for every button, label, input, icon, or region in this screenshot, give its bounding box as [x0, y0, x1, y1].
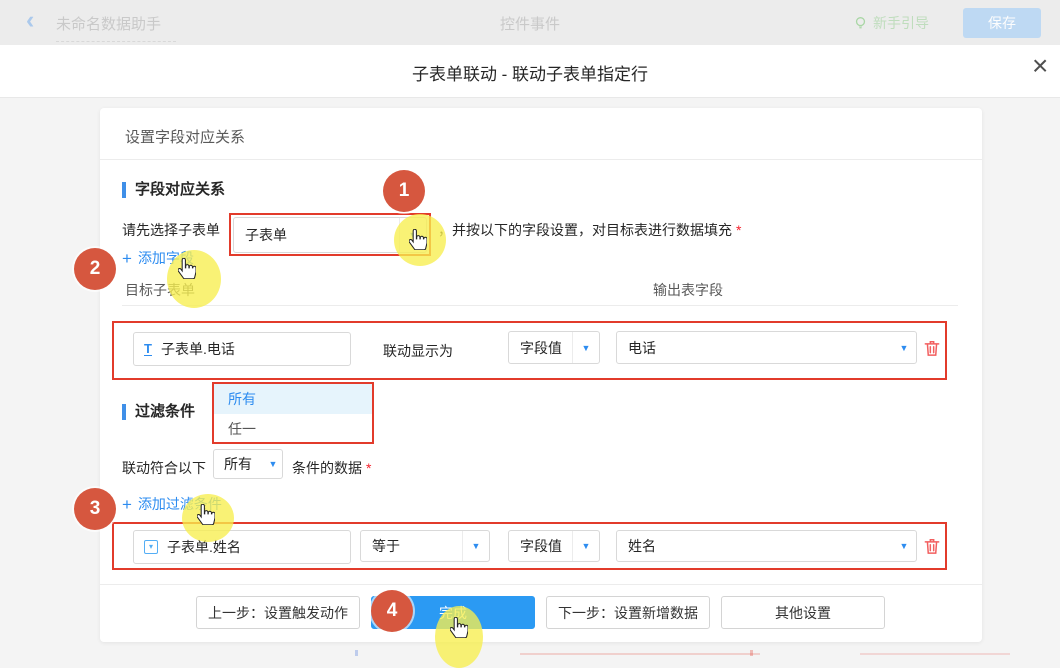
delete-row-button[interactable] — [922, 535, 942, 557]
value-type-value: 字段值 — [509, 338, 572, 358]
modal-header: 子表单联动 - 联动子表单指定行 × — [0, 45, 1060, 98]
text-field-icon: T — [144, 342, 152, 356]
peek-mark — [520, 653, 760, 655]
peek-mark — [750, 650, 753, 656]
hint-text: ，并按以下的字段设置，对目标表进行数据填充 — [438, 222, 732, 238]
output-field-select[interactable]: 电话 ▼ — [616, 331, 917, 364]
condition-dropdown-menu: 所有 任一 — [214, 384, 372, 444]
filter-value-select[interactable]: 姓名 ▼ — [616, 530, 917, 562]
save-button[interactable]: 保存 — [963, 8, 1041, 38]
value-type-select[interactable]: 字段值 ▼ — [508, 331, 600, 364]
step-1-badge: 1 — [383, 170, 425, 212]
condition-select[interactable]: 所有 ▼ — [213, 449, 283, 479]
section-field-mapping-title: 字段对应关系 — [122, 182, 225, 198]
chevron-down-icon: ▼ — [462, 531, 489, 561]
delete-row-button[interactable] — [922, 337, 942, 359]
peek-mark — [860, 653, 1010, 655]
required-mark: * — [736, 222, 741, 238]
plus-icon: + — [122, 249, 132, 268]
step-4-badge: 4 — [371, 590, 413, 632]
next-step-button[interactable]: 下一步：设置新增数据 — [546, 596, 710, 629]
filter-field-input[interactable]: ▾ 子表单.姓名 — [133, 530, 351, 564]
divider — [100, 584, 982, 585]
section-filter-title: 过滤条件 — [122, 404, 195, 420]
topbar: ‹ 未命名数据助手 控件事件 新手引导 保存 — [0, 0, 1060, 45]
filter-value: 姓名 — [617, 536, 892, 556]
linkage-display-label: 联动显示为 — [383, 341, 453, 361]
divider — [122, 305, 958, 306]
prev-step-button[interactable]: 上一步：设置触发动作 — [196, 596, 360, 629]
guide-button[interactable]: 新手引导 — [853, 13, 929, 33]
operator-value: 等于 — [361, 536, 462, 556]
other-settings-button[interactable]: 其他设置 — [721, 596, 885, 629]
chevron-down-icon: ▼ — [892, 531, 916, 561]
condition-prefix-label: 联动符合以下 — [122, 458, 206, 478]
hand-cursor-icon — [197, 504, 215, 525]
filter-value-type-select[interactable]: 字段值 ▼ — [508, 530, 600, 562]
filter-value-type-value: 字段值 — [509, 536, 572, 556]
hand-cursor-icon — [409, 229, 427, 250]
condition-suffix: 条件的数据* — [292, 458, 371, 478]
settings-card: 设置字段对应关系 字段对应关系 请先选择子表单 子表单 ▼ ，并按以下的字段设置… — [100, 108, 982, 642]
condition-select-value: 所有 — [214, 454, 264, 474]
operator-select[interactable]: 等于 ▼ — [360, 530, 490, 562]
hand-cursor-icon — [450, 617, 468, 638]
condition-suffix-text: 条件的数据 — [292, 460, 362, 476]
subform-select-label: 请先选择子表单 — [122, 220, 220, 240]
step-3-badge: 3 — [74, 488, 116, 530]
subform-select-value: 子表单 — [234, 225, 399, 245]
peek-mark — [355, 650, 358, 656]
close-icon[interactable]: × — [1032, 52, 1048, 80]
chevron-down-icon: ▼ — [572, 332, 599, 363]
back-icon[interactable]: ‹ — [26, 6, 34, 35]
chevron-down-icon: ▼ — [572, 531, 599, 561]
chevron-down-icon: ▼ — [892, 332, 916, 363]
dropdown-option-all[interactable]: 所有 — [214, 384, 372, 414]
hand-cursor-icon — [178, 258, 196, 279]
target-field-input[interactable]: T 子表单.电话 — [133, 332, 351, 366]
document-title[interactable]: 未命名数据助手 — [56, 13, 176, 42]
required-mark: * — [366, 460, 371, 476]
output-field-value: 电话 — [617, 338, 892, 358]
dropdown-option-any[interactable]: 任一 — [214, 414, 372, 444]
target-field-value: 子表单.电话 — [161, 339, 235, 359]
modal-title: 子表单联动 - 联动子表单指定行 — [412, 60, 648, 85]
card-header: 设置字段对应关系 — [125, 126, 245, 147]
guide-label: 新手引导 — [873, 13, 929, 33]
column-header-output: 输出表字段 — [653, 280, 723, 300]
divider — [100, 159, 982, 160]
page-title: 控件事件 — [500, 13, 560, 34]
step-2-badge: 2 — [74, 248, 116, 290]
lightbulb-icon — [853, 16, 868, 31]
chevron-down-icon: ▼ — [264, 450, 282, 478]
field-mapping-hint: ，并按以下的字段设置，对目标表进行数据填充* — [438, 220, 741, 240]
plus-icon: + — [122, 495, 132, 514]
select-field-icon: ▾ — [144, 540, 158, 554]
